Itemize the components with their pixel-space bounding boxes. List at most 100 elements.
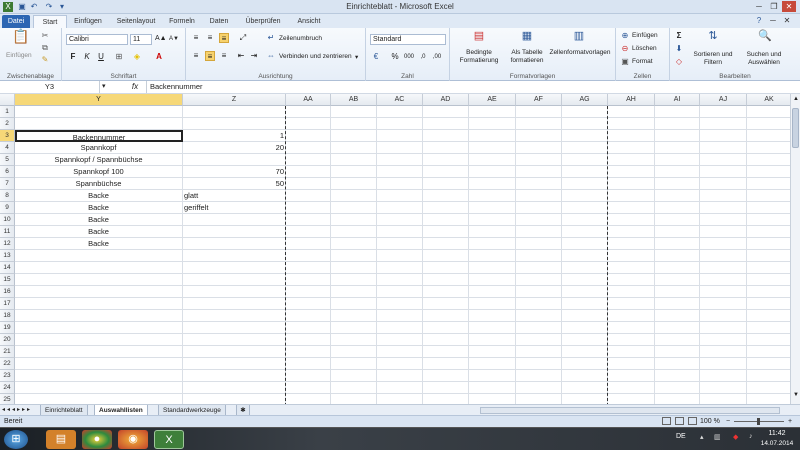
tab-insert[interactable]: Einfügen: [70, 15, 106, 28]
cell-ac1[interactable]: [377, 106, 423, 118]
cell-y11[interactable]: Backe: [15, 226, 183, 238]
cell-z19[interactable]: [183, 322, 286, 334]
cell-z23[interactable]: [183, 370, 286, 382]
cell-y17[interactable]: [15, 298, 183, 310]
cell-ag7[interactable]: [562, 178, 608, 190]
cell-af19[interactable]: [516, 322, 562, 334]
clock-time[interactable]: 11:42: [760, 430, 794, 437]
cell-ah14[interactable]: [608, 262, 655, 274]
cell-aa14[interactable]: [286, 262, 331, 274]
row-header-21[interactable]: 21: [0, 346, 15, 358]
doc-close-icon[interactable]: ✕: [780, 15, 794, 26]
cell-ad3[interactable]: [423, 130, 469, 142]
cell-ae16[interactable]: [469, 286, 516, 298]
cell-ae25[interactable]: [469, 394, 516, 404]
cell-ac12[interactable]: [377, 238, 423, 250]
cell-aa23[interactable]: [286, 370, 331, 382]
cell-ai19[interactable]: [655, 322, 700, 334]
cell-ai1[interactable]: [655, 106, 700, 118]
column-header-af[interactable]: AF: [516, 94, 562, 106]
cell-aj1[interactable]: [700, 106, 747, 118]
sort-filter-icon[interactable]: ⇅: [706, 31, 720, 45]
cell-z2[interactable]: [183, 118, 286, 130]
cell-ad8[interactable]: [423, 190, 469, 202]
delete-cells-icon[interactable]: ⊖: [620, 44, 630, 54]
vertical-scrollbar[interactable]: ▲ ▼: [790, 94, 800, 404]
cell-af12[interactable]: [516, 238, 562, 250]
cell-z6[interactable]: 70: [183, 166, 286, 178]
cell-ac17[interactable]: [377, 298, 423, 310]
cell-ag2[interactable]: [562, 118, 608, 130]
cell-ai17[interactable]: [655, 298, 700, 310]
cell-z12[interactable]: [183, 238, 286, 250]
decrease-indent-icon[interactable]: ⇤: [236, 51, 246, 61]
cell-ae22[interactable]: [469, 358, 516, 370]
cell-y7[interactable]: Spannbüchse: [15, 178, 183, 190]
cell-ad5[interactable]: [423, 154, 469, 166]
row-header-14[interactable]: 14: [0, 262, 15, 274]
worksheet-grid[interactable]: Y Z AA AB AC AD AE AF AG AH AI AJ AK 1 2 3 Backennummer 1…: [0, 94, 790, 404]
cell-ak19[interactable]: [747, 322, 790, 334]
cell-af13[interactable]: [516, 250, 562, 262]
cell-y1[interactable]: [15, 106, 183, 118]
select-all-corner[interactable]: [0, 94, 15, 106]
tab-formulas[interactable]: Formeln: [166, 15, 198, 28]
cell-ag10[interactable]: [562, 214, 608, 226]
cell-ae4[interactable]: [469, 142, 516, 154]
cell-aj19[interactable]: [700, 322, 747, 334]
copy-icon[interactable]: ⧉: [40, 43, 50, 53]
formula-input[interactable]: Backennummer: [146, 81, 203, 93]
align-bottom-icon[interactable]: ≡: [219, 33, 229, 43]
cell-z17[interactable]: [183, 298, 286, 310]
column-header-ac[interactable]: AC: [377, 94, 423, 106]
cell-ag23[interactable]: [562, 370, 608, 382]
cell-aa1[interactable]: [286, 106, 331, 118]
cell-aj10[interactable]: [700, 214, 747, 226]
cell-af21[interactable]: [516, 346, 562, 358]
cell-ae8[interactable]: [469, 190, 516, 202]
row-header-11[interactable]: 11: [0, 226, 15, 238]
cell-aj21[interactable]: [700, 346, 747, 358]
cell-y12[interactable]: Backe: [15, 238, 183, 250]
cell-ai9[interactable]: [655, 202, 700, 214]
cell-aj7[interactable]: [700, 178, 747, 190]
taskbar-explorer-icon[interactable]: ▤: [46, 430, 76, 449]
cell-ag1[interactable]: [562, 106, 608, 118]
cell-ag24[interactable]: [562, 382, 608, 394]
cell-ag22[interactable]: [562, 358, 608, 370]
ribbon-minimize-icon[interactable]: ─: [766, 15, 780, 26]
cell-ab24[interactable]: [331, 382, 377, 394]
taskbar-excel-icon[interactable]: X: [154, 430, 184, 449]
cell-ad12[interactable]: [423, 238, 469, 250]
font-color-icon[interactable]: A: [154, 52, 164, 62]
cell-y14[interactable]: [15, 262, 183, 274]
cell-ah15[interactable]: [608, 274, 655, 286]
cell-ah25[interactable]: [608, 394, 655, 404]
cell-z11[interactable]: [183, 226, 286, 238]
insert-cells-button[interactable]: Einfügen: [632, 32, 658, 39]
cell-ag21[interactable]: [562, 346, 608, 358]
cell-aa24[interactable]: [286, 382, 331, 394]
cell-aa17[interactable]: [286, 298, 331, 310]
cell-aa13[interactable]: [286, 250, 331, 262]
row-header-2[interactable]: 2: [0, 118, 15, 130]
cell-ab10[interactable]: [331, 214, 377, 226]
cell-aj5[interactable]: [700, 154, 747, 166]
row-header-20[interactable]: 20: [0, 334, 15, 346]
cell-ak12[interactable]: [747, 238, 790, 250]
cell-ae5[interactable]: [469, 154, 516, 166]
cell-ak15[interactable]: [747, 274, 790, 286]
cell-ag16[interactable]: [562, 286, 608, 298]
cell-ag6[interactable]: [562, 166, 608, 178]
tab-review[interactable]: Überprüfen: [240, 15, 286, 28]
format-painter-icon[interactable]: ✎: [40, 55, 50, 65]
cell-ae12[interactable]: [469, 238, 516, 250]
cell-ac15[interactable]: [377, 274, 423, 286]
cell-ac18[interactable]: [377, 310, 423, 322]
cell-ai14[interactable]: [655, 262, 700, 274]
cell-ab14[interactable]: [331, 262, 377, 274]
taskbar-firefox-icon[interactable]: ◉: [118, 430, 148, 449]
cell-ah3[interactable]: [608, 130, 655, 142]
row-header-24[interactable]: 24: [0, 382, 15, 394]
cell-ah13[interactable]: [608, 250, 655, 262]
